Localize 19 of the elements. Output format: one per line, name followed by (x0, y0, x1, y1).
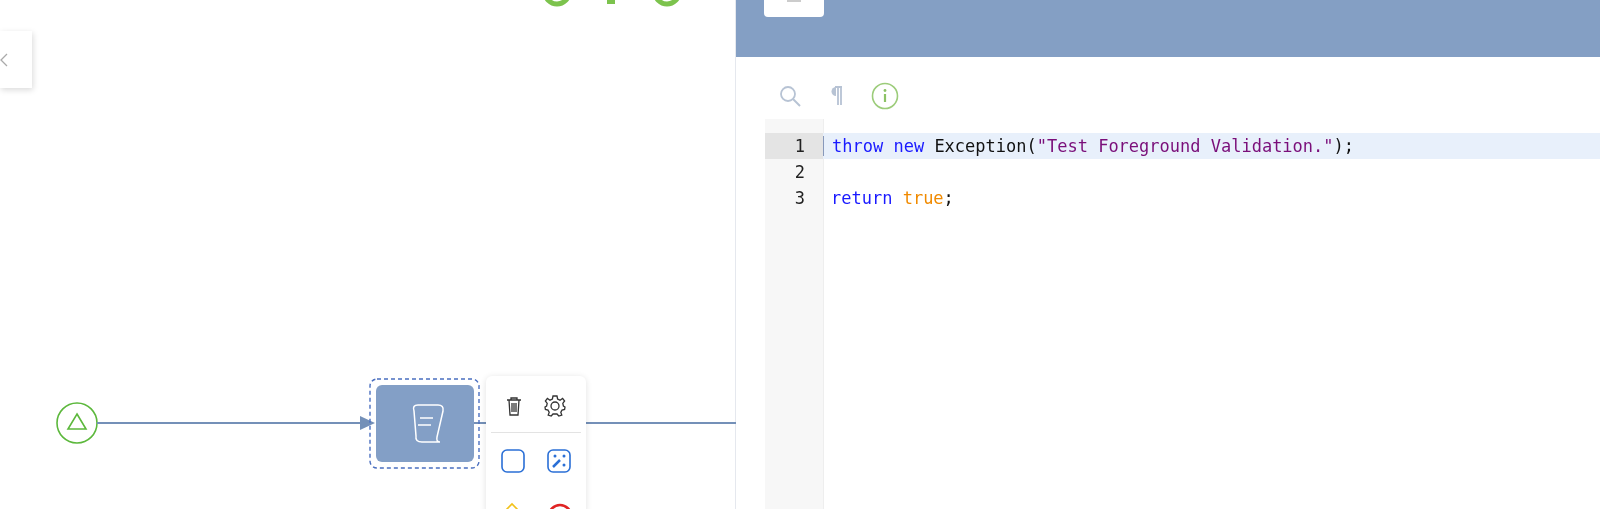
line-number: 1 (765, 133, 823, 159)
toolbar-icon[interactable] (652, 0, 682, 7)
menu-button[interactable] (764, 0, 824, 17)
pilcrow-icon[interactable] (829, 85, 843, 106)
search-icon[interactable] (779, 84, 801, 107)
start-event (56, 402, 98, 444)
line-number: 2 (793, 162, 806, 182)
task-icon[interactable] (501, 448, 525, 473)
code-text: throw new Exception("Test Foreground Validation."); (823, 136, 1355, 156)
settings-icon[interactable] (544, 394, 566, 417)
info-icon[interactable] (871, 81, 899, 110)
code-text: return true; (830, 188, 954, 208)
delete-icon[interactable] (506, 395, 522, 416)
collapse-button[interactable] (0, 31, 32, 88)
script-task[interactable] (376, 385, 474, 462)
chevron-left-icon (0, 52, 8, 67)
toolbar-icon[interactable] (542, 0, 572, 7)
line-number: 3 (793, 188, 806, 208)
magic-wand-icon[interactable] (547, 448, 571, 473)
